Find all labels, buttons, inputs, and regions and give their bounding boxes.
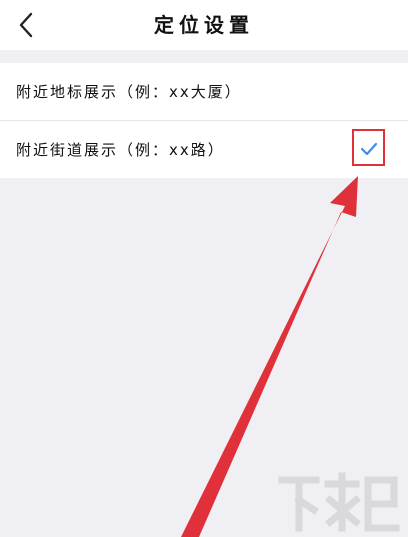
watermark-logo-icon bbox=[278, 472, 400, 532]
top-bar: 定位设置 bbox=[0, 0, 408, 50]
page-title: 定位设置 bbox=[154, 13, 254, 37]
back-button[interactable] bbox=[8, 7, 44, 43]
option-landmark[interactable]: 附近地标展示（例：xx大厦） bbox=[0, 63, 408, 120]
option-street[interactable]: 附近街道展示（例：xx路） bbox=[0, 120, 408, 178]
chevron-left-icon bbox=[19, 12, 33, 38]
option-street-label: 附近街道展示（例：xx路） bbox=[16, 141, 225, 159]
checkmark-icon bbox=[355, 135, 383, 163]
location-options-list: 附近地标展示（例：xx大厦） 附近街道展示（例：xx路） bbox=[0, 63, 408, 178]
option-landmark-label: 附近地标展示（例：xx大厦） bbox=[16, 83, 242, 101]
